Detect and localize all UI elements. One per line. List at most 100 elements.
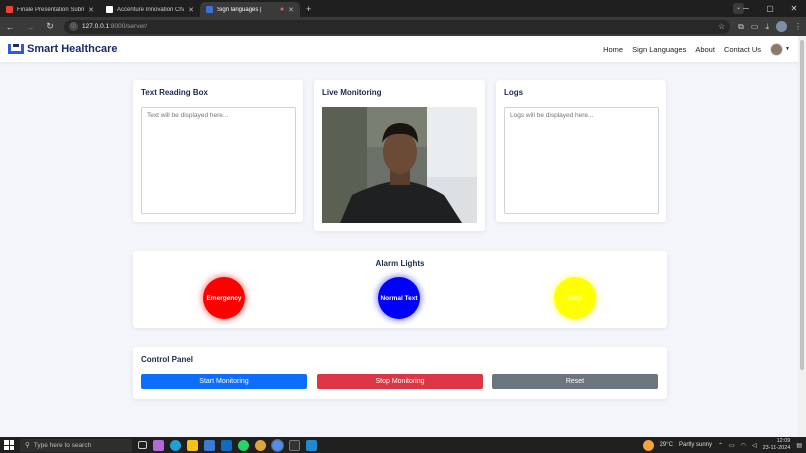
weather-desc[interactable]: Partly sunny [679,442,712,448]
start-monitoring-button[interactable]: Start Monitoring [141,374,307,389]
normal-text-light: Normal Text [378,277,420,319]
maximize-icon[interactable]: ▢ [758,4,782,13]
whatsapp-icon[interactable] [238,439,249,451]
chevron-up-icon[interactable]: ⌃ [718,442,723,449]
brand[interactable]: Smart Healthcare [8,43,118,55]
search-icon: ⚲ [25,442,30,449]
url-field[interactable]: ⓘ 127.0.0.1:8000/server/ ☆ [64,19,731,34]
taskbar-search-placeholder: Type here to search [33,441,92,449]
text-reading-title: Text Reading Box [141,88,208,97]
alarm-lights-card: Alarm Lights Emergency Normal Text Help [133,251,667,328]
menu-icon[interactable]: ⋮ [794,22,802,31]
windows-start-icon[interactable] [4,440,14,450]
emergency-label: Emergency [206,294,242,302]
browser-tab-sign-languages[interactable]: Sign languages | ● ✕ [200,2,300,17]
close-window-icon[interactable]: ✕ [782,4,806,13]
logs-card: Logs [496,80,666,222]
tab-title: Accenture Innovation Challenge [117,6,184,13]
minimize-icon[interactable]: ─ [734,4,758,13]
emergency-light: Emergency [203,277,245,319]
taskbar-search[interactable]: ⚲ Type here to search [20,438,132,452]
site-logo-icon [206,6,213,13]
profile-avatar[interactable] [776,21,787,32]
windows-taskbar: ⚲ Type here to search 29°C Partly sunny … [0,437,806,453]
outlook-icon[interactable] [221,439,232,451]
user-avatar [770,42,784,56]
tab-title: Sign languages | [217,6,262,13]
url-path: :8000/server/ [109,23,148,30]
nav-link-about[interactable]: About [695,45,715,54]
help-light: Help [554,277,596,319]
system-tray: 29°C Partly sunny ⌃ ▭ ◠ ◁ 12:09 23-11-20… [642,438,802,452]
brand-name: Smart Healthcare [27,43,118,55]
extensions-icon[interactable]: ⧉ [738,22,744,32]
webcam-image [322,107,477,223]
chrome-active-icon[interactable] [271,438,284,452]
nav-link-contact[interactable]: Contact Us [724,45,761,54]
download-icon[interactable]: ⤓ [765,22,769,32]
back-icon[interactable]: ← [4,22,16,32]
scrollbar-thumb[interactable] [800,40,804,370]
taskbar-clock[interactable]: 12:09 23-11-2024 [763,438,791,452]
terminal-icon[interactable] [289,439,300,451]
weather-temp[interactable]: 29°C [660,442,673,448]
brand-logo-icon [8,44,24,54]
site-info-icon[interactable]: ⓘ [69,22,78,31]
window-controls: ─ ▢ ✕ [734,0,806,17]
close-tab-icon[interactable]: ✕ [288,6,294,14]
browser-tab-accenture[interactable]: Accenture Innovation Challenge ✕ [100,2,200,17]
taskbar-time: 12:09 [776,438,791,444]
new-tab-button[interactable]: + [300,2,317,17]
forward-icon[interactable]: → [24,22,36,32]
browser-tab-bar: Finale Presentation Submission ✕ Accentu… [0,0,806,17]
text-reading-textarea[interactable] [141,107,296,214]
gmail-icon [6,6,13,13]
vscode-icon[interactable] [306,439,317,451]
taskbar-date: 23-11-2024 [762,445,791,451]
nav-links: Home Sign Languages About Contact Us ▼ [603,42,790,56]
notifications-icon[interactable]: ▤ [796,442,802,449]
reset-button[interactable]: Reset [492,374,658,389]
user-menu[interactable]: ▼ [770,42,790,56]
control-panel-card: Control Panel Start Monitoring Stop Moni… [133,347,667,399]
live-monitoring-card: Live Monitoring [314,80,485,231]
task-view-icon[interactable] [138,441,147,449]
network-icon[interactable]: ▭ [729,442,735,449]
page-icon [106,6,113,13]
close-tab-icon[interactable]: ✕ [88,6,94,14]
web-page: Smart Healthcare Home Sign Languages Abo… [0,36,798,437]
browser-toolbar-right: ⧉ ▭ ⤓ ⋮ [738,21,802,32]
normal-text-label: Normal Text [380,294,418,302]
sidebar-icon[interactable]: ▭ [751,22,759,31]
text-reading-card: Text Reading Box [133,80,303,222]
logs-title: Logs [504,88,524,97]
bookmark-star-icon[interactable]: ☆ [718,22,725,31]
browser-tab-gmail[interactable]: Finale Presentation Submission ✕ [0,2,100,17]
copilot-icon[interactable] [153,439,164,451]
webcam-feed [322,107,477,223]
url-host: 127.0.0.1 [82,23,110,30]
site-navbar: Smart Healthcare Home Sign Languages Abo… [0,36,798,62]
logs-textarea[interactable] [504,107,659,214]
tab-title: Finale Presentation Submission [17,6,85,13]
wifi-icon[interactable]: ◠ [741,442,746,449]
weather-icon [642,439,654,451]
reload-icon[interactable]: ↻ [44,21,56,32]
chevron-down-icon: ▼ [785,46,790,52]
file-explorer-icon[interactable] [187,439,198,451]
alarm-lights-title: Alarm Lights [375,259,425,268]
control-panel-title: Control Panel [141,355,194,364]
recording-indicator-icon: ● [279,6,285,13]
live-monitoring-title: Live Monitoring [322,88,382,97]
help-label: Help [567,294,583,302]
volume-icon[interactable]: ◁ [752,442,757,449]
stop-monitoring-button[interactable]: Stop Monitoring [317,374,483,389]
store-icon[interactable] [204,439,215,451]
nav-link-sign-languages[interactable]: Sign Languages [632,45,686,54]
close-tab-icon[interactable]: ✕ [188,6,194,14]
edge-icon[interactable] [170,439,181,451]
address-bar-row: ← → ↻ ⓘ 127.0.0.1:8000/server/ ☆ ⧉ ▭ ⤓ ⋮ [0,17,806,36]
nav-link-home[interactable]: Home [603,45,623,54]
chrome-icon[interactable] [255,439,266,451]
page-scrollbar[interactable] [798,36,806,437]
